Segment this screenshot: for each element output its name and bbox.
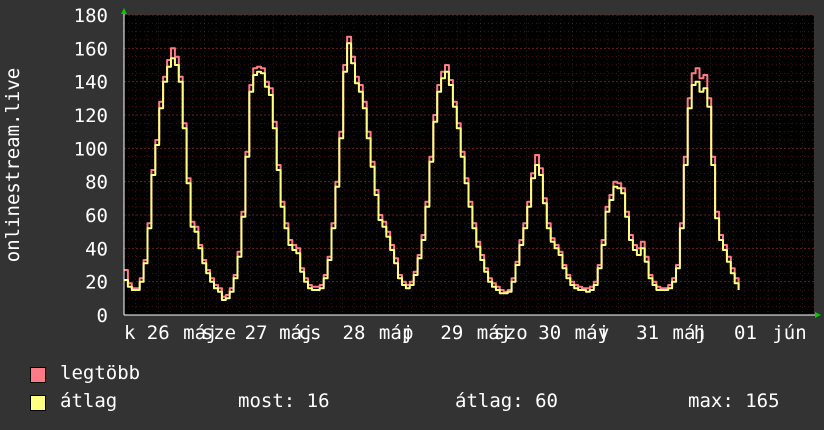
y-tick-label: 60 xyxy=(85,205,108,227)
x-tick-label: 01 xyxy=(734,322,757,344)
chart: 020406080100120140160180 k 26 májsze 27 májc… xyxy=(2,5,821,344)
y-axis-label: onlinestream.live xyxy=(2,68,24,262)
x-tick-label: cs xyxy=(299,322,322,344)
x-tick-label: sze xyxy=(202,322,236,344)
x-tick-label: szo xyxy=(493,322,527,344)
stat-average: átlag: 60 xyxy=(455,390,558,412)
y-tick-label: 180 xyxy=(74,5,108,27)
y-tick-label: 120 xyxy=(74,105,108,127)
x-tick-label: 30 xyxy=(538,322,561,344)
x-tick-label: v xyxy=(598,322,609,344)
x-tick-label: h xyxy=(694,322,705,344)
legend-row-avg: átlag most: 16 átlag: 60 max: 165 xyxy=(30,390,820,418)
y-tick-label: 100 xyxy=(74,138,108,160)
y-tick-label: 140 xyxy=(74,72,108,94)
y-tick-label: 80 xyxy=(85,172,108,194)
x-tick-label: p xyxy=(402,322,413,344)
x-tick-label: 26 xyxy=(147,322,170,344)
x-tick-label: 31 xyxy=(636,322,659,344)
x-tick-label: k xyxy=(124,322,136,344)
y-tick-label: 40 xyxy=(85,238,108,260)
legend-swatch-avg xyxy=(30,395,46,411)
stat-now: most: 16 xyxy=(238,390,330,412)
y-axis-arrow xyxy=(121,8,127,14)
y-tick-labels: 0 20 40 60 80 100 120 140 160 180 xyxy=(74,5,108,327)
legend-row-max: legtöbb xyxy=(30,362,820,390)
y-tick-label: 0 xyxy=(97,305,108,327)
y-tick-label: 160 xyxy=(74,38,108,60)
x-tick-label: 28 xyxy=(343,322,366,344)
stat-max: max: 165 xyxy=(688,390,780,412)
x-tick-labels: k 26 májsze 27 májcs 28 májp 29 májszo 30 májv 31 má… xyxy=(124,322,807,344)
legend: legtöbb átlag most: 16 átlag: 60 max: 16… xyxy=(30,362,820,418)
x-tick-label: 29 xyxy=(440,322,463,344)
x-axis-arrow xyxy=(815,312,821,318)
x-tick-label: 27 xyxy=(245,322,268,344)
legend-swatch-max xyxy=(30,367,46,383)
x-tick-label: jún xyxy=(772,322,806,344)
legend-label-max: legtöbb xyxy=(60,362,141,384)
legend-label-avg: átlag xyxy=(60,390,118,412)
y-tick-label: 20 xyxy=(85,272,108,294)
